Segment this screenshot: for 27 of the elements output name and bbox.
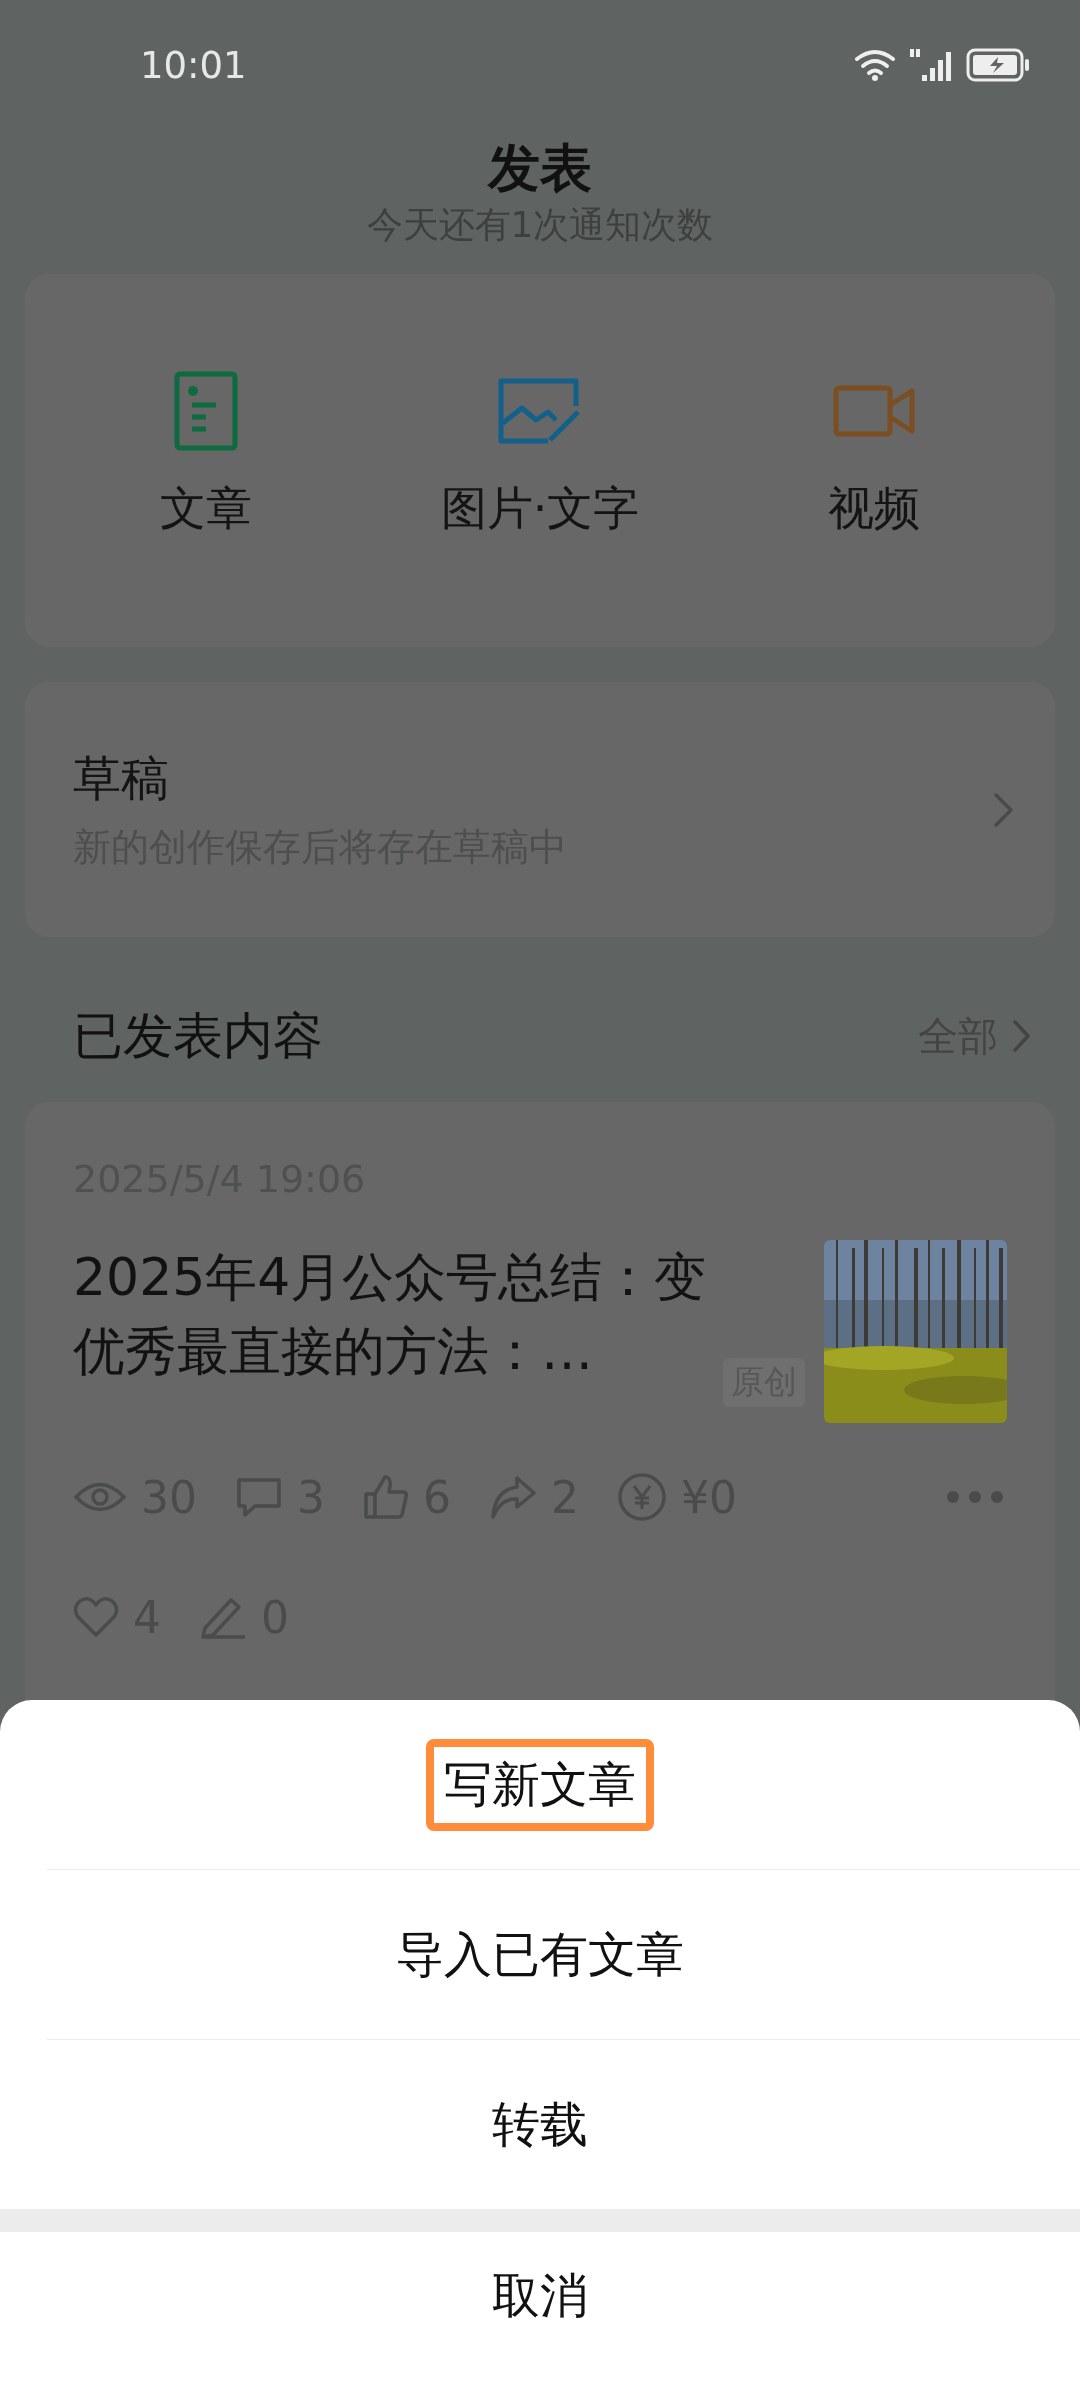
document-icon bbox=[173, 371, 238, 451]
heart-icon bbox=[73, 1596, 119, 1638]
cancel-button[interactable]: 取消 bbox=[478, 2252, 602, 2340]
status-time: 10:01 bbox=[140, 43, 247, 87]
create-type-button[interactable]: 文章 bbox=[151, 362, 260, 548]
wifi-icon bbox=[854, 48, 896, 82]
speech-bubble-icon bbox=[235, 1476, 283, 1518]
sheet-option[interactable]: 导入已有文章 bbox=[382, 1910, 698, 1999]
signal-icon bbox=[908, 47, 954, 83]
sheet-option[interactable]: 转载 bbox=[478, 2080, 602, 2169]
create-type-button[interactable]: 视频 bbox=[820, 362, 929, 548]
section-title: 已发表内容 bbox=[73, 1005, 323, 1067]
eye-icon bbox=[73, 1480, 127, 1514]
create-type-button[interactable]: 图片·文字 bbox=[432, 362, 648, 548]
yen-circle-icon bbox=[617, 1472, 667, 1522]
post-title: 2025年4月公众号总结：变优秀最直接的方法：… bbox=[73, 1246, 708, 1383]
more-icon bbox=[945, 1490, 1005, 1504]
sheet-option[interactable]: 写新文章 bbox=[426, 1738, 654, 1831]
video-camera-icon bbox=[833, 385, 916, 437]
image-pencil-icon bbox=[498, 378, 582, 444]
thumbs-up-icon bbox=[363, 1474, 409, 1520]
page-title: 发表 bbox=[488, 137, 592, 200]
chevron-right-icon bbox=[1012, 1019, 1032, 1053]
chevron-right-icon bbox=[993, 791, 1015, 828]
drafts-title: 草稿 bbox=[73, 748, 170, 808]
battery-icon bbox=[966, 48, 1030, 82]
share-arrow-icon bbox=[489, 1474, 537, 1520]
